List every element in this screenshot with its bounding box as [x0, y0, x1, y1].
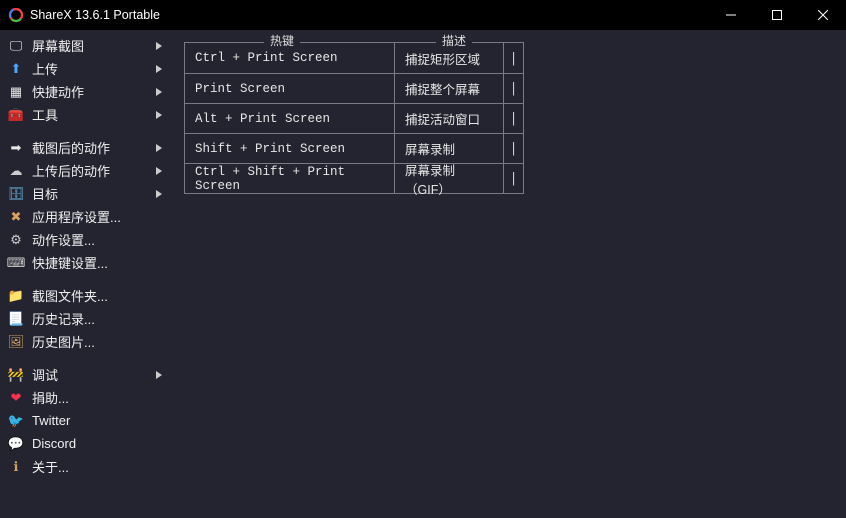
- hotkey-desc[interactable]: 捕捉整个屏幕: [395, 74, 503, 103]
- chevron-right-icon: [156, 167, 162, 175]
- discord-icon: 💬: [8, 436, 24, 452]
- hotkey-edit-button[interactable]: |: [503, 74, 523, 103]
- sidebar-item-upload[interactable]: ⬆ 上传: [0, 57, 168, 80]
- donate-icon: ❤: [8, 390, 24, 406]
- chevron-right-icon: [156, 371, 162, 379]
- about-icon: ℹ: [8, 459, 24, 475]
- sidebar-item-label: 应用程序设置...: [32, 207, 162, 226]
- sidebar-item-discord[interactable]: 💬 Discord: [0, 432, 168, 455]
- hotkey-key[interactable]: Shift + Print Screen: [185, 134, 395, 163]
- hotkey-row: Shift + Print Screen屏幕录制|: [185, 133, 523, 163]
- hotkey-row: Ctrl + Shift + Print Screen屏幕录制（GIF）|: [185, 163, 523, 193]
- sidebar-item-label: 历史图片...: [32, 332, 162, 351]
- hotkey-key[interactable]: Alt + Print Screen: [185, 104, 395, 133]
- sidebar-item-image-history[interactable]: 🖼 历史图片...: [0, 330, 168, 353]
- app-settings-icon: ✖: [8, 209, 24, 225]
- hotkey-desc[interactable]: 捕捉活动窗口: [395, 104, 503, 133]
- hotkey-key[interactable]: Ctrl + Print Screen: [185, 43, 395, 73]
- sidebar-item-history[interactable]: 📃 历史记录...: [0, 307, 168, 330]
- sidebar-item-label: 上传后的动作: [32, 161, 156, 180]
- hotkey-desc[interactable]: 捕捉矩形区域: [395, 43, 503, 73]
- sidebar-item-destinations[interactable]: 🗄 目标: [0, 182, 168, 205]
- close-button[interactable]: [800, 0, 846, 30]
- chevron-right-icon: [156, 88, 162, 96]
- chevron-right-icon: [156, 111, 162, 119]
- sidebar-item-label: 调试: [32, 365, 156, 384]
- hotkey-edit-button[interactable]: |: [503, 134, 523, 163]
- screenshots-folder-icon: 📁: [8, 288, 24, 304]
- sidebar-item-label: 屏幕截图: [32, 36, 156, 55]
- hotkey-key[interactable]: Print Screen: [185, 74, 395, 103]
- hotkey-list: Ctrl + Print Screen捕捉矩形区域|Print Screen捕捉…: [184, 42, 524, 194]
- window-controls: [708, 0, 846, 30]
- task-settings-icon: ⚙: [8, 232, 24, 248]
- after-capture-icon: ➡: [8, 140, 24, 156]
- twitter-icon: 🐦: [8, 413, 24, 429]
- hotkey-edit-button[interactable]: |: [503, 104, 523, 133]
- sidebar-item-label: Discord: [32, 436, 162, 451]
- sidebar-item-after-upload[interactable]: ☁ 上传后的动作: [0, 159, 168, 182]
- sidebar-item-app-settings[interactable]: ✖ 应用程序设置...: [0, 205, 168, 228]
- after-upload-icon: ☁: [8, 163, 24, 179]
- hotkey-row: Alt + Print Screen捕捉活动窗口|: [185, 103, 523, 133]
- history-icon: 📃: [8, 311, 24, 327]
- sidebar-item-twitter[interactable]: 🐦 Twitter: [0, 409, 168, 432]
- chevron-right-icon: [156, 144, 162, 152]
- debug-icon: 🚧: [8, 367, 24, 383]
- sidebar-item-label: 工具: [32, 105, 156, 124]
- sidebar-item-label: 截图后的动作: [32, 138, 156, 157]
- hotkey-row: Ctrl + Print Screen捕捉矩形区域|: [185, 43, 523, 73]
- sidebar-item-label: 捐助...: [32, 388, 162, 407]
- shortcut-actions-icon: ▦: [8, 84, 24, 100]
- tools-icon: 🧰: [8, 107, 24, 123]
- hotkey-edit-button[interactable]: |: [503, 43, 523, 73]
- hotkey-key[interactable]: Ctrl + Shift + Print Screen: [185, 164, 395, 193]
- sidebar-item-after-capture[interactable]: ➡ 截图后的动作: [0, 136, 168, 159]
- hotkey-row: Print Screen捕捉整个屏幕|: [185, 73, 523, 103]
- sidebar-item-label: 历史记录...: [32, 309, 162, 328]
- image-history-icon: 🖼: [8, 334, 24, 350]
- minimize-button[interactable]: [708, 0, 754, 30]
- sidebar-item-label: 上传: [32, 59, 156, 78]
- sidebar-item-label: 目标: [32, 184, 156, 203]
- sidebar-item-task-settings[interactable]: ⚙ 动作设置...: [0, 228, 168, 251]
- maximize-button[interactable]: [754, 0, 800, 30]
- sidebar-item-label: 截图文件夹...: [32, 286, 162, 305]
- upload-icon: ⬆: [8, 61, 24, 77]
- chevron-right-icon: [156, 65, 162, 73]
- sidebar-item-debug[interactable]: 🚧 调试: [0, 363, 168, 386]
- sidebar-item-tools[interactable]: 🧰 工具: [0, 103, 168, 126]
- screenshot-icon: 🖵: [8, 38, 24, 54]
- sidebar: 🖵 屏幕截图 ⬆ 上传 ▦ 快捷动作 🧰 工具 ➡ 截图后的动作 ☁ 上传后的动作 🗄 目标 ✖ 应用程序设置…: [0, 30, 168, 518]
- sidebar-item-shortcut-actions[interactable]: ▦ 快捷动作: [0, 80, 168, 103]
- destinations-icon: 🗄: [8, 186, 24, 202]
- hotkey-desc[interactable]: 屏幕录制（GIF）: [395, 164, 503, 193]
- hotkey-panel: 热键 描述 Ctrl + Print Screen捕捉矩形区域|Print Sc…: [184, 42, 524, 194]
- sidebar-item-label: Twitter: [32, 413, 162, 428]
- sidebar-item-donate[interactable]: ❤ 捐助...: [0, 386, 168, 409]
- sidebar-item-label: 动作设置...: [32, 230, 162, 249]
- main-area: 热键 描述 Ctrl + Print Screen捕捉矩形区域|Print Sc…: [168, 30, 846, 518]
- hotkey-settings-icon: ⌨: [8, 255, 24, 271]
- sidebar-item-screenshots-folder[interactable]: 📁 截图文件夹...: [0, 284, 168, 307]
- hotkey-edit-button[interactable]: |: [503, 164, 523, 193]
- app-icon: [8, 7, 24, 23]
- sidebar-item-hotkey-settings[interactable]: ⌨ 快捷键设置...: [0, 251, 168, 274]
- sidebar-item-about[interactable]: ℹ 关于...: [0, 455, 168, 478]
- window-title: ShareX 13.6.1 Portable: [30, 8, 160, 22]
- chevron-right-icon: [156, 190, 162, 198]
- sidebar-item-label: 快捷键设置...: [32, 253, 162, 272]
- chevron-right-icon: [156, 42, 162, 50]
- sidebar-item-screenshot[interactable]: 🖵 屏幕截图: [0, 34, 168, 57]
- sidebar-item-label: 快捷动作: [32, 82, 156, 101]
- titlebar: ShareX 13.6.1 Portable: [0, 0, 846, 30]
- sidebar-item-label: 关于...: [32, 457, 162, 476]
